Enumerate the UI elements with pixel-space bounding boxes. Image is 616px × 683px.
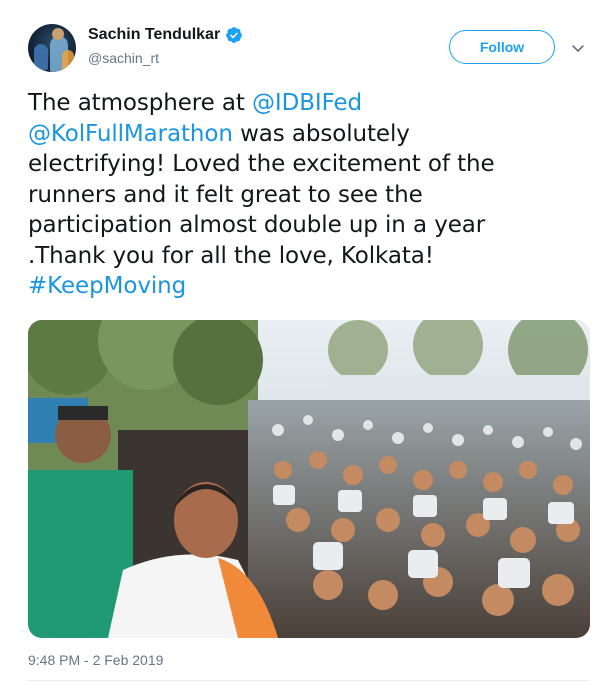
tweet-text-segment: was absolutely: [232, 120, 410, 147]
hashtag-link[interactable]: #KeepMoving: [28, 273, 186, 299]
tweet-line-6: .Thank you for all the love, Kolkata!: [28, 242, 434, 269]
chevron-down-icon[interactable]: [570, 40, 586, 56]
tweet-line-3: electrifying! Loved the excitement of th…: [28, 151, 495, 177]
tweet-text: The atmosphere at @IDBIFed @KolFullMarat…: [28, 88, 588, 302]
verified-badge-icon: [226, 27, 243, 43]
author-name[interactable]: Sachin Tendulkar: [88, 26, 220, 44]
author-name-row[interactable]: Sachin Tendulkar: [88, 26, 243, 44]
tweet-line-1: The atmosphere at @IDBIFed: [28, 88, 588, 119]
tweet-card: Sachin Tendulkar @sachin_rt Follow The a…: [0, 0, 616, 683]
avatar[interactable]: [28, 24, 76, 72]
marathon-photo: [28, 320, 590, 638]
author-handle[interactable]: @sachin_rt: [88, 50, 159, 66]
divider: [28, 680, 588, 681]
tweet-line-4: runners and it felt great to see the: [28, 181, 423, 208]
follow-button[interactable]: Follow: [449, 30, 555, 64]
tweet-timestamp[interactable]: 9:48 PM - 2 Feb 2019: [28, 652, 163, 668]
mention-link[interactable]: @KolFullMarathon: [28, 121, 233, 147]
tweet-photo[interactable]: [28, 320, 590, 638]
tweet-line-5: participation almost double up in a year: [28, 212, 486, 238]
tweet-text-segment: The atmosphere at: [28, 90, 253, 116]
tweet-line-7: #KeepMoving: [28, 271, 588, 302]
mention-link[interactable]: @IDBIFed: [252, 90, 362, 116]
tweet-line-2: @KolFullMarathon was absolutely: [28, 119, 588, 150]
